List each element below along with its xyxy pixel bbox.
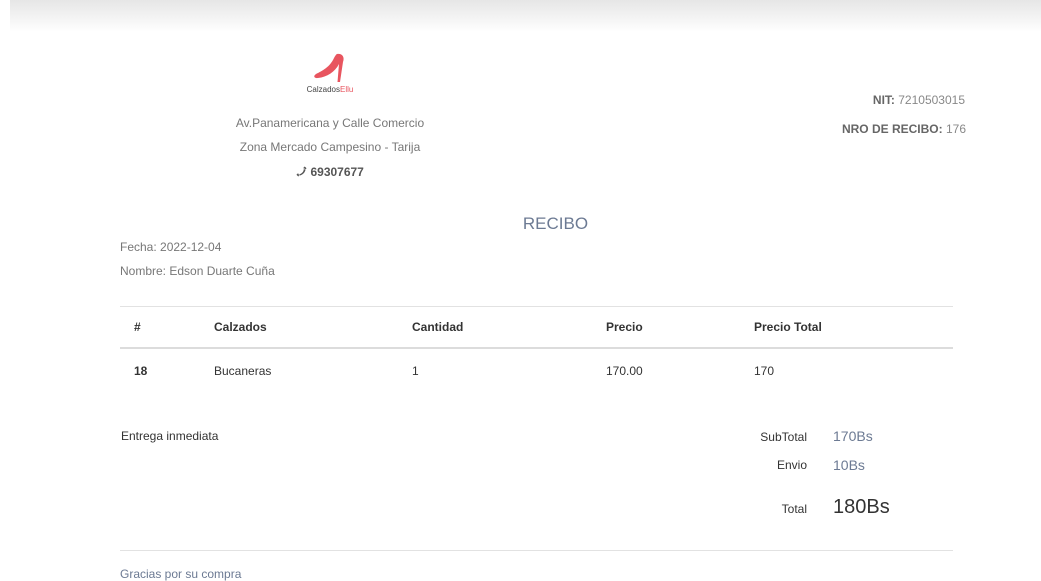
high-heel-icon — [314, 53, 344, 82]
top-bar — [10, 0, 1041, 32]
receipt-number-label: NRO DE RECIBO: — [841, 122, 943, 136]
logo-name: Calzados — [306, 85, 340, 94]
items-table: # Calzados Cantidad Precio Precio Total … — [120, 307, 953, 392]
phone-number: 69307677 — [310, 165, 364, 179]
total-value: 180Bs — [833, 496, 890, 518]
col-header-precio: Precio — [592, 307, 740, 349]
cell-cantidad: 1 — [412, 363, 419, 378]
company-phone: 69307677 — [190, 165, 470, 179]
customer-name: Nombre: Edson Duarte Cuña — [120, 264, 275, 278]
nit-label: NIT: — [872, 93, 895, 107]
logo-text: CalzadosEllu — [300, 85, 360, 94]
company-address-line1: Av.Panamericana y Calle Comercio — [235, 116, 425, 130]
company-logo: CalzadosEllu — [300, 52, 360, 100]
nit-info: NIT: 7210503015 — [873, 93, 965, 107]
receipt-number-info: NRO DE RECIBO: 176 — [842, 122, 966, 136]
receipt-number-value: 176 — [945, 122, 966, 136]
cell-number: 18 — [134, 363, 148, 378]
col-header-calzados: Calzados — [200, 307, 398, 349]
total-label: Total — [781, 502, 807, 516]
company-address-line2: Zona Mercado Campesino - Tarija — [239, 140, 421, 154]
envio-label: Envio — [776, 458, 807, 472]
col-header-number: # — [120, 307, 200, 349]
cell-precio: 170.00 — [606, 363, 643, 378]
nit-value: 7210503015 — [898, 93, 965, 107]
subtotal-value: 170Bs — [833, 428, 873, 444]
phone-icon — [296, 166, 307, 177]
table-row: 18 Bucaneras 1 170.00 170 — [120, 348, 953, 392]
col-header-precio-total: Precio Total — [740, 307, 953, 349]
subtotal-label: SubTotal — [760, 430, 807, 444]
receipt-date: Fecha: 2022-12-04 — [120, 240, 222, 254]
cell-calzados: Bucaneras — [214, 363, 272, 378]
receipt-title: RECIBO — [522, 214, 589, 233]
logo-accent: Ellu — [340, 85, 354, 94]
delivery-note: Entrega inmediata — [121, 429, 219, 443]
cell-precio-total: 170 — [754, 363, 775, 378]
envio-value: 10Bs — [833, 457, 865, 473]
divider-bottom — [120, 550, 953, 551]
table-header-row: # Calzados Cantidad Precio Precio Total — [120, 307, 953, 349]
col-header-cantidad: Cantidad — [398, 307, 592, 349]
thanks-message: Gracias por su compra — [120, 567, 242, 581]
